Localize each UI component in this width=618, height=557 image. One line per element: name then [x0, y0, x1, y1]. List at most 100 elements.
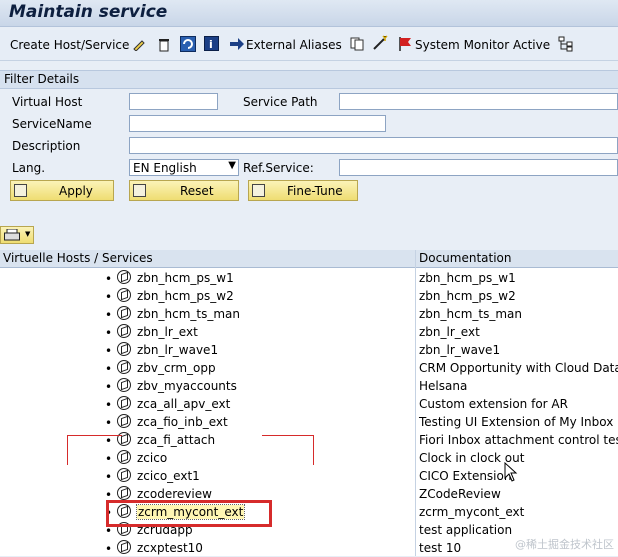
table-row[interactable]: • zbn_lr_wave1 zbn_lr_wave1	[0, 341, 618, 359]
table-row[interactable]: • zcico_ext1 CICO Extension	[0, 467, 618, 485]
service-documentation: CRM Opportunity with Cloud Data	[419, 361, 618, 375]
bullet-icon: •	[105, 434, 113, 448]
create-host-service-button[interactable]: Create Host/Service	[10, 38, 129, 52]
hierarchy-icon[interactable]	[558, 36, 574, 55]
table-row[interactable]: • zcico Clock in clock out	[0, 449, 618, 467]
lang-value: EN English	[133, 161, 197, 175]
bullet-icon: •	[105, 326, 113, 340]
service-name[interactable]: zbn_hcm_ts_man	[137, 307, 240, 321]
service-name[interactable]: zcxptest10	[137, 541, 203, 555]
service-name[interactable]: zbn_lr_ext	[137, 325, 198, 339]
service-name[interactable]: zca_fi_attach	[137, 433, 215, 447]
service-documentation: zbn_lr_ext	[419, 325, 480, 339]
service-documentation: zbn_hcm_ps_w2	[419, 289, 516, 303]
service-name[interactable]: zcico	[137, 451, 167, 465]
service-documentation: CICO Extension	[419, 469, 512, 483]
column-header-hosts-label: Virtuelle Hosts / Services	[3, 251, 153, 265]
filter-details-header: Filter Details	[0, 70, 618, 89]
chevron-down-icon[interactable]: ▼	[228, 160, 236, 171]
edit-icon[interactable]	[132, 37, 146, 54]
service-icon	[117, 486, 131, 500]
service-name[interactable]: zcodereview	[137, 487, 212, 501]
highlight-box	[106, 500, 272, 527]
column-header-documentation-label: Documentation	[419, 251, 512, 265]
service-icon	[117, 324, 131, 338]
bullet-icon: •	[105, 470, 113, 484]
refresh-icon[interactable]	[180, 36, 196, 55]
service-name[interactable]: zca_fio_inb_ext	[137, 415, 228, 429]
services-tree-grid: Virtuelle Hosts / Services Documentation…	[0, 250, 618, 556]
bullet-icon: •	[105, 542, 113, 556]
filter-icon	[14, 184, 27, 197]
servicename-label: ServiceName	[12, 117, 92, 131]
page-title: Maintain service	[9, 2, 168, 22]
lang-label: Lang.	[12, 161, 46, 175]
table-row[interactable]: • zbv_crm_opp CRM Opportunity with Cloud D…	[0, 359, 618, 377]
dropdown-arrow-icon: ▼	[25, 230, 31, 238]
service-name[interactable]: zbv_crm_opp	[137, 361, 216, 375]
table-row[interactable]: • zbn_lr_ext zbn_lr_ext	[0, 323, 618, 341]
service-icon	[117, 342, 131, 356]
printer-icon	[4, 228, 20, 244]
annotation-line-right	[262, 435, 314, 436]
service-name[interactable]: zbn_hcm_ps_w1	[137, 271, 234, 285]
finetune-button[interactable]: Fine-Tune	[248, 180, 358, 201]
svg-text:i: i	[209, 38, 213, 51]
service-name[interactable]: zca_all_apv_ext	[137, 397, 230, 411]
table-row[interactable]: • zbn_hcm_ps_w1 zbn_hcm_ps_w1	[0, 269, 618, 287]
print-menu-button[interactable]: ▼	[0, 226, 34, 244]
lang-select[interactable]: EN English ▼	[129, 159, 239, 176]
table-row[interactable]: • zcodereview ZCodeReview	[0, 485, 618, 503]
service-documentation: test application	[419, 523, 513, 537]
external-aliases-button[interactable]: External Aliases	[246, 38, 342, 52]
service-path-input[interactable]	[339, 93, 618, 110]
service-name[interactable]: zbn_hcm_ps_w2	[137, 289, 234, 303]
service-icon	[117, 288, 131, 302]
service-icon	[117, 414, 131, 428]
delete-icon[interactable]	[157, 37, 171, 55]
service-documentation: Testing UI Extension of My Inbox	[419, 415, 614, 429]
virtual-host-input[interactable]	[129, 93, 218, 110]
bullet-icon: •	[105, 416, 113, 430]
annotation-line-right-vertical	[313, 435, 314, 465]
info-icon[interactable]: i	[204, 36, 219, 54]
service-name[interactable]: zcico_ext1	[137, 469, 200, 483]
table-row[interactable]: • zcrm_mycont_ext zcrm_mycont_ext	[0, 503, 618, 521]
service-icon	[117, 378, 131, 392]
table-row[interactable]: • zbn_hcm_ts_man zbn_hcm_ts_man	[0, 305, 618, 323]
column-header-documentation[interactable]: Documentation	[416, 250, 618, 268]
apply-button-label: Apply	[59, 184, 93, 198]
bullet-icon: •	[105, 308, 113, 322]
bullet-icon: •	[105, 344, 113, 358]
service-name[interactable]: zbn_lr_wave1	[137, 343, 218, 357]
finetune-icon	[252, 184, 265, 197]
system-monitor-active-button[interactable]: System Monitor Active	[415, 38, 550, 52]
service-icon	[117, 360, 131, 374]
service-name[interactable]: zbv_myaccounts	[137, 379, 237, 393]
table-row[interactable]: • zca_all_apv_ext Custom extension for AR	[0, 395, 618, 413]
service-documentation: test 10	[419, 541, 462, 555]
table-row[interactable]: • zbv_myaccounts Helsana	[0, 377, 618, 395]
bullet-icon: •	[105, 452, 113, 466]
ref-service-label: Ref.Service:	[243, 161, 314, 175]
column-header-hosts[interactable]: Virtuelle Hosts / Services	[0, 250, 415, 268]
magic-wand-icon[interactable]	[372, 35, 388, 54]
watermark: @稀土掘金技术社区	[515, 538, 614, 551]
servicename-input[interactable]	[129, 115, 386, 132]
arrow-right-icon	[230, 38, 244, 53]
ref-service-input[interactable]	[339, 159, 618, 176]
table-row[interactable]: • zca_fi_attach Fiori Inbox attachment con…	[0, 431, 618, 449]
apply-button[interactable]: Apply	[10, 180, 114, 201]
annotation-line-left	[67, 435, 122, 436]
flag-icon	[398, 36, 412, 55]
description-input[interactable]	[129, 137, 618, 154]
copy-icon[interactable]	[350, 37, 364, 54]
service-documentation: zcrm_mycont_ext	[419, 505, 525, 519]
service-icon	[117, 396, 131, 410]
service-icon	[117, 450, 131, 464]
annotation-line-left-vertical	[67, 435, 68, 465]
reset-button[interactable]: Reset	[129, 180, 239, 201]
service-icon	[117, 306, 131, 320]
table-row[interactable]: • zca_fio_inb_ext Testing UI Extension of …	[0, 413, 618, 431]
table-row[interactable]: • zbn_hcm_ps_w2 zbn_hcm_ps_w2	[0, 287, 618, 305]
